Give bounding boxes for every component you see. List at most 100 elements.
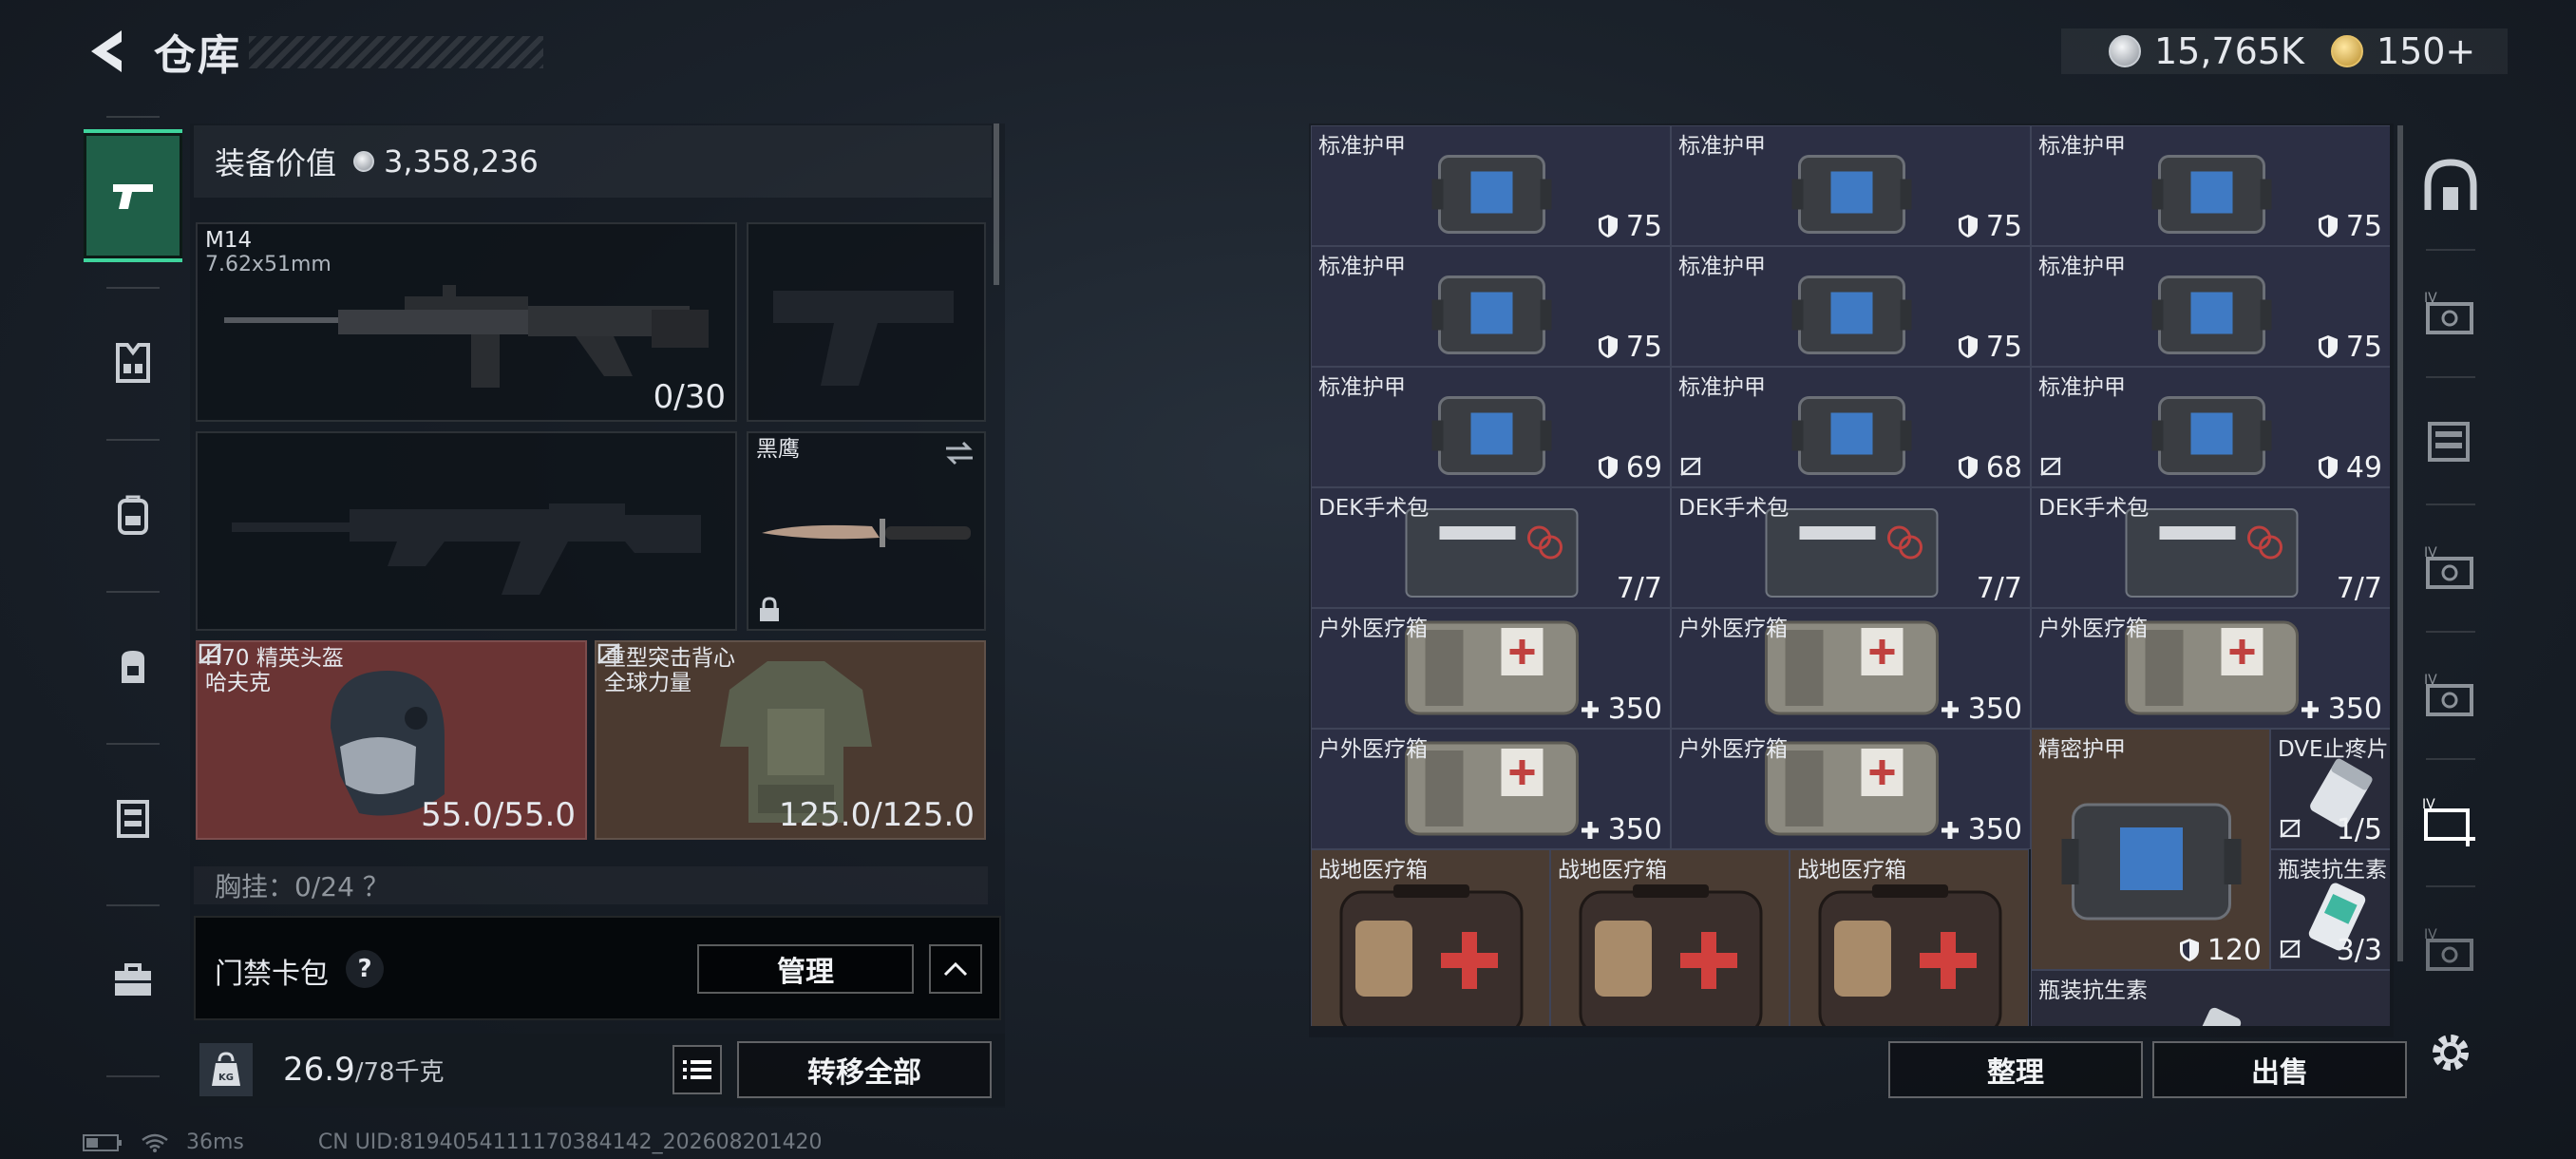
item-value: 350	[1940, 693, 2022, 726]
item-value: 75	[2318, 210, 2382, 243]
filter-add-safe[interactable]: IV	[2407, 760, 2494, 884]
knife-icon	[762, 519, 971, 547]
warehouse-item[interactable]: 标准护甲 68	[1671, 367, 2031, 487]
item-name: 户外医疗箱	[1678, 737, 1788, 762]
rail-item-backpack[interactable]	[84, 448, 182, 581]
back-button[interactable]	[78, 23, 135, 80]
plus-icon	[2301, 701, 2319, 718]
item-value: 1/5	[2337, 813, 2382, 846]
warehouse-item[interactable]: 标准护甲 75	[2031, 246, 2390, 367]
warehouse-item[interactable]: 精密护甲 120	[2031, 729, 2270, 970]
item-name: 户外医疗箱	[2038, 617, 2148, 641]
loadout-scrollbar[interactable]	[994, 124, 999, 285]
transfer-all-button[interactable]: 转移全部	[737, 1041, 992, 1098]
rail-item-weapons[interactable]	[84, 129, 182, 262]
warehouse-item[interactable]: DEK手术包 7/7	[1311, 487, 1671, 608]
warehouse-item[interactable]: 标准护甲 75	[1311, 125, 1671, 246]
item-value: 75	[1958, 210, 2022, 243]
primary-weapon-slot[interactable]: M14 7.62x51mm 0/30	[196, 222, 737, 422]
category-rail	[84, 116, 182, 1077]
shield-icon	[1598, 335, 1618, 358]
item-value: 3/3	[2337, 934, 2382, 967]
warehouse-item[interactable]: DEK手术包 7/7	[2031, 487, 2390, 608]
gold-currency-value: 150+	[2376, 30, 2476, 72]
warehouse-item[interactable]: 战地医疗箱	[1550, 849, 1790, 1026]
item-name: 标准护甲	[1318, 375, 1406, 400]
warehouse-item[interactable]: 战地医疗箱	[1311, 849, 1550, 1026]
sell-button[interactable]: 出售	[2152, 1041, 2407, 1098]
item-value: 7/7	[1617, 572, 1662, 605]
warehouse-item[interactable]: 标准护甲 75	[1671, 125, 2031, 246]
item-value: 68	[1958, 451, 2022, 484]
shield-icon	[2318, 456, 2338, 479]
chest-rig-row[interactable]: 胸挂：0/24 ？	[194, 866, 988, 904]
warehouse-item[interactable]: 标准护甲 75	[1311, 246, 1671, 367]
sort-button[interactable]: 整理	[1888, 1041, 2143, 1098]
warehouse-item[interactable]: DEK手术包 7/7	[1671, 487, 2031, 608]
gold-coin-icon	[2330, 35, 2363, 67]
item-name: 标准护甲	[1318, 134, 1406, 159]
secondary-weapon-slot[interactable]	[196, 431, 737, 631]
warehouse-item[interactable]: 瓶装抗生素 3/3	[2270, 849, 2390, 970]
warehouse-item[interactable]: 户外医疗箱 350	[1311, 608, 1671, 729]
safe-box-icon	[117, 800, 149, 838]
shield-icon	[2179, 939, 2199, 961]
item-name: 户外医疗箱	[1318, 737, 1428, 762]
item-value-text: 350	[1607, 813, 1662, 846]
weight-icon-box: KG	[199, 1043, 253, 1096]
shield-icon	[1958, 456, 1978, 479]
warehouse-item[interactable]: 户外医疗箱 350	[1311, 729, 1671, 849]
rail-item-pouch[interactable]	[84, 600, 182, 733]
filter-cabinet[interactable]	[2407, 378, 2494, 502]
item-value: 69	[1598, 451, 1662, 484]
swap-icon[interactable]	[942, 439, 976, 467]
melee-slot[interactable]: 黑鹰	[747, 431, 986, 631]
manage-button[interactable]: 管理	[697, 944, 914, 994]
item-value: 75	[2318, 331, 2382, 364]
warehouse-item[interactable]: 战地医疗箱	[1790, 849, 2029, 1026]
rail-item-medical[interactable]	[84, 914, 182, 1047]
safe-box-icon: IV	[2424, 927, 2473, 971]
settings-button[interactable]	[2418, 1020, 2483, 1085]
item-value: 7/7	[1977, 572, 2022, 605]
filter-safe-1[interactable]: IV	[2407, 251, 2494, 374]
filter-safe-3[interactable]: IV	[2407, 633, 2494, 756]
warehouse-scrollbar[interactable]	[2397, 125, 2403, 961]
rail-item-container[interactable]	[84, 752, 182, 885]
item-name: 标准护甲	[2038, 134, 2126, 159]
filter-safe-2[interactable]: IV	[2407, 505, 2494, 629]
chest-rig-icon	[116, 343, 150, 383]
warehouse-item[interactable]: 户外医疗箱 350	[1671, 608, 2031, 729]
storage-arch-icon	[2424, 159, 2477, 210]
warehouse-item[interactable]: 标准护甲 49	[2031, 367, 2390, 487]
safe-box-icon: IV	[2424, 545, 2473, 589]
item-name: 标准护甲	[2038, 375, 2126, 400]
sidearm-slot[interactable]	[747, 222, 986, 422]
helmet-slot[interactable]: H70 精英头盔 哈夫克 55.0/55.0	[196, 640, 587, 840]
filter-safe-4[interactable]: IV	[2407, 887, 2494, 1011]
plus-icon	[1941, 822, 1959, 839]
weight-bar: KG 26.9/78千克 转移全部	[190, 1034, 1005, 1106]
item-value: 75	[1598, 331, 1662, 364]
status-footer: 36ms CN UID:8194054111170384142_20260820…	[82, 1130, 823, 1154]
help-icon[interactable]: ?	[346, 950, 384, 988]
warehouse-item[interactable]: 瓶装抗生素	[2031, 970, 2390, 1026]
warehouse-item[interactable]: 户外医疗箱 350	[2031, 608, 2390, 729]
no-repair-icon	[2039, 456, 2062, 481]
warehouse-item[interactable]: 标准护甲 75	[1671, 246, 2031, 367]
primary-weapon-name: M14	[205, 228, 253, 253]
shield-icon	[1598, 456, 1618, 479]
list-view-button[interactable]	[672, 1045, 722, 1094]
backpack-icon	[118, 495, 148, 535]
collapse-button[interactable]	[929, 944, 982, 994]
item-name: 瓶装抗生素	[2278, 858, 2387, 883]
warehouse-item[interactable]: 标准护甲 75	[2031, 125, 2390, 246]
warehouse-item[interactable]: 标准护甲 69	[1311, 367, 1671, 487]
warehouse-item[interactable]: DVE止疼片 1/5	[2270, 729, 2390, 849]
item-value-text: 7/7	[1976, 572, 2022, 605]
armor-slot[interactable]: 重型突击背心 全球力量 125.0/125.0	[595, 640, 986, 840]
warehouse-item[interactable]: 户外医疗箱 350	[1671, 729, 2031, 849]
rail-item-vest[interactable]	[84, 296, 182, 429]
filter-all[interactable]	[2407, 124, 2494, 247]
item-value-text: 1/5	[2336, 813, 2382, 846]
